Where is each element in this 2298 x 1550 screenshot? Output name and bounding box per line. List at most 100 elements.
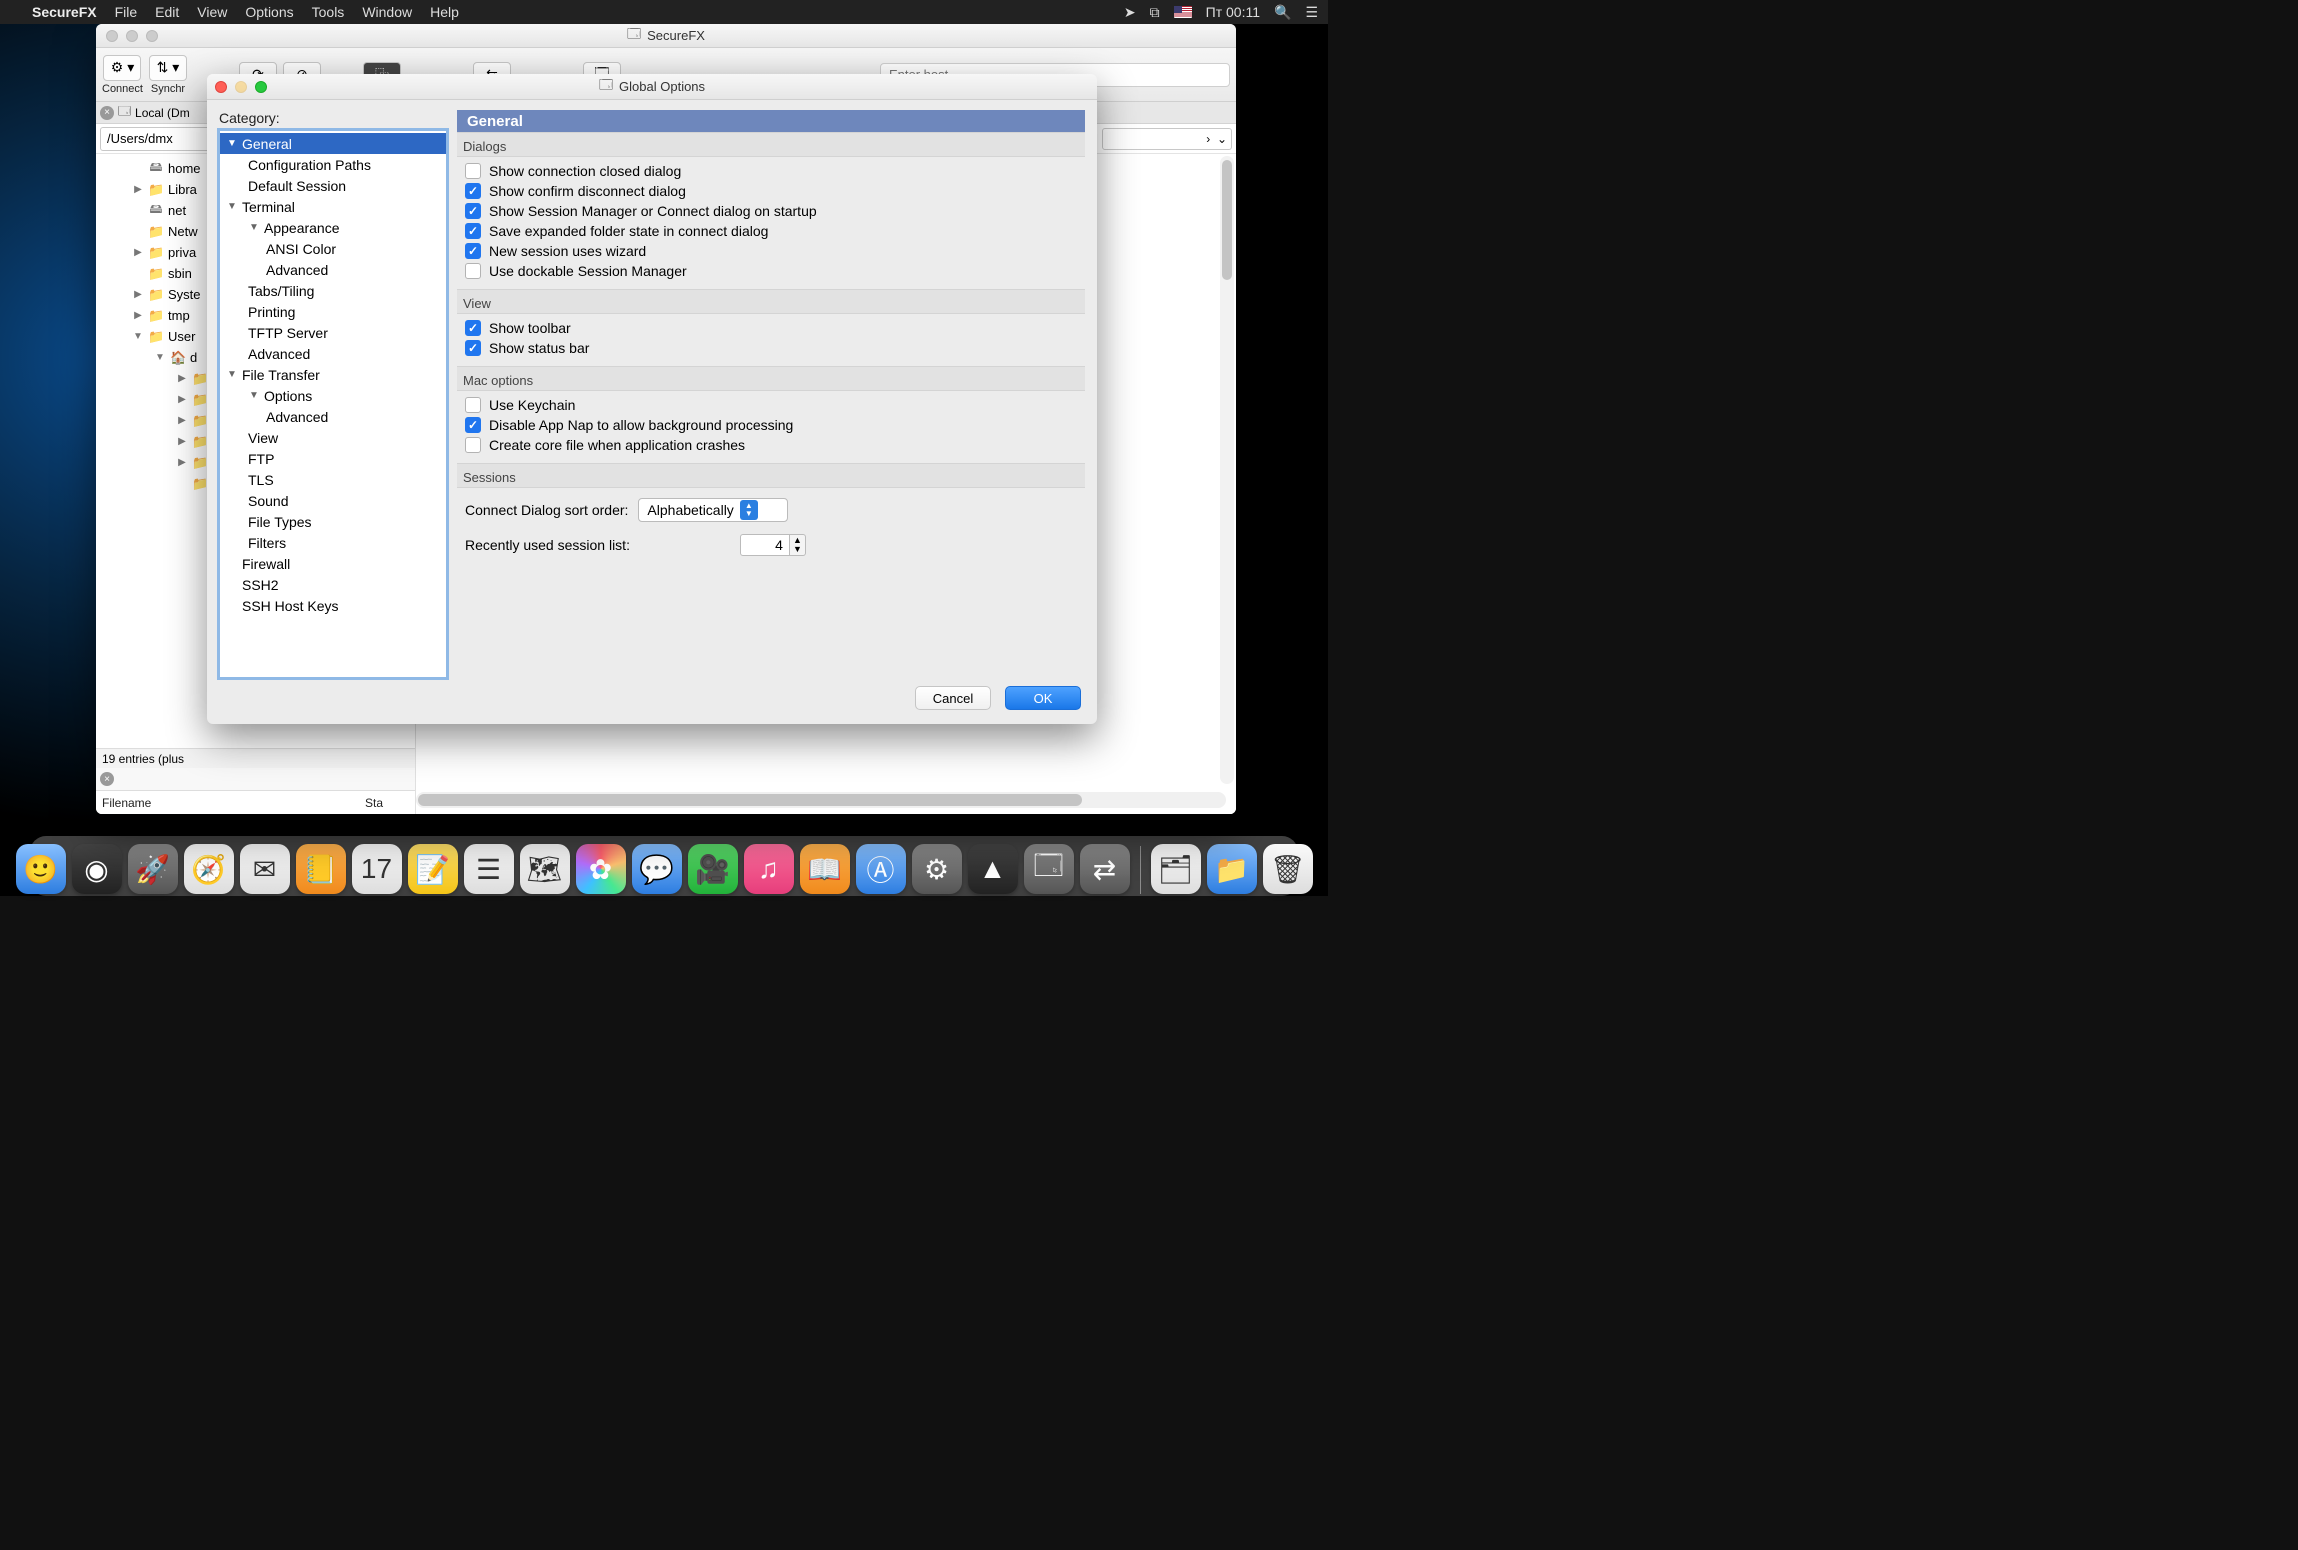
category-item[interactable]: Printing	[220, 301, 446, 322]
dock-item-preferences[interactable]: ⚙︎	[912, 844, 962, 894]
dock-item-securefx1[interactable]: ▲	[968, 844, 1018, 894]
checkbox[interactable]	[465, 340, 481, 356]
menuextra-spotlight-icon[interactable]: 🔍	[1274, 4, 1291, 21]
horizontal-scrollbar[interactable]	[416, 792, 1226, 808]
disclosure-arrow-icon[interactable]: ▶	[176, 415, 188, 426]
menuextra-clock[interactable]: Пт 00:11	[1206, 4, 1260, 20]
checkbox[interactable]	[465, 437, 481, 453]
disclosure-arrow-icon[interactable]: ▼	[132, 331, 144, 342]
dock-item-launchpad[interactable]: 🚀	[128, 844, 178, 894]
category-item[interactable]: SSH2	[220, 574, 446, 595]
disclosure-arrow-icon[interactable]: ▶	[132, 184, 144, 195]
tab-close-button[interactable]: ×	[100, 106, 114, 120]
sort-order-select[interactable]: Alphabetically▲▼	[638, 498, 788, 522]
checkbox[interactable]	[465, 417, 481, 433]
category-item[interactable]: ▼Terminal	[220, 196, 446, 217]
checkbox[interactable]	[465, 183, 481, 199]
category-item[interactable]: Tabs/Tiling	[220, 280, 446, 301]
disclosure-arrow-icon[interactable]: ▶	[176, 436, 188, 447]
menu-view[interactable]: View	[197, 4, 227, 20]
category-item[interactable]: ▼General	[220, 133, 446, 154]
category-item[interactable]: ▼File Transfer	[220, 364, 446, 385]
connect-button[interactable]: ⚙︎ ▾	[103, 55, 141, 81]
dock-item-photos[interactable]: ✿	[576, 844, 626, 894]
category-item[interactable]: View	[220, 427, 446, 448]
dialog-close-button[interactable]	[215, 81, 227, 93]
category-item[interactable]: Filters	[220, 532, 446, 553]
dock-item-desktop-stack[interactable]: 🗂	[1151, 844, 1201, 894]
disclosure-arrow-icon[interactable]: ▶	[132, 247, 144, 258]
category-item[interactable]: TFTP Server	[220, 322, 446, 343]
checkbox[interactable]	[465, 223, 481, 239]
category-item[interactable]: ▼Options	[220, 385, 446, 406]
category-item[interactable]: Advanced	[220, 406, 446, 427]
dock-item-finder[interactable]: 🙂	[16, 844, 66, 894]
disclosure-arrow-icon[interactable]: ▼	[154, 352, 166, 363]
checkbox[interactable]	[465, 163, 481, 179]
menu-help[interactable]: Help	[430, 4, 459, 20]
dock-item-siri[interactable]: ◉	[72, 844, 122, 894]
dock-item-contacts[interactable]: 📒	[296, 844, 346, 894]
recent-sessions-stepper[interactable]: ▲▼	[740, 534, 806, 556]
menu-edit[interactable]: Edit	[155, 4, 179, 20]
cancel-button[interactable]: Cancel	[915, 686, 991, 710]
dialog-titlebar[interactable]: 🗔 Global Options	[207, 74, 1097, 100]
category-item[interactable]: TLS	[220, 469, 446, 490]
dock-item-securefx2[interactable]: 🗔	[1024, 844, 1074, 894]
disclosure-arrow-icon[interactable]: ▶	[176, 457, 188, 468]
category-item[interactable]: Sound	[220, 490, 446, 511]
dock-item-itunes[interactable]: ♫	[744, 844, 794, 894]
dock-item-downloads[interactable]: 📁	[1207, 844, 1257, 894]
dock-item-appstore[interactable]: Ⓐ	[856, 844, 906, 894]
category-item[interactable]: Firewall	[220, 553, 446, 574]
category-item[interactable]: Advanced	[220, 343, 446, 364]
vertical-scrollbar[interactable]	[1220, 156, 1234, 784]
category-item[interactable]: Configuration Paths	[220, 154, 446, 175]
window-titlebar[interactable]: 🗔 SecureFX	[96, 24, 1236, 48]
checkbox[interactable]	[465, 320, 481, 336]
filter-select[interactable]: › ⌄	[1102, 128, 1232, 150]
menu-tools[interactable]: Tools	[312, 4, 345, 20]
dock-item-trash[interactable]: 🗑	[1263, 844, 1313, 894]
disclosure-arrow-icon[interactable]: ▶	[176, 373, 188, 384]
dock-item-reminders[interactable]: ☰	[464, 844, 514, 894]
category-item[interactable]: SSH Host Keys	[220, 595, 446, 616]
menuextra-notifications-icon[interactable]: ☰	[1305, 4, 1318, 21]
menu-options[interactable]: Options	[245, 4, 293, 20]
dock-item-securefx3[interactable]: ⇄	[1080, 844, 1130, 894]
dock-item-maps[interactable]: 🗺	[520, 844, 570, 894]
menuextra-input-flag-icon[interactable]	[1174, 6, 1192, 18]
app-menu[interactable]: SecureFX	[32, 4, 97, 20]
ok-button[interactable]: OK	[1005, 686, 1081, 710]
dock-item-calendar[interactable]: 17	[352, 844, 402, 894]
category-item[interactable]: File Types	[220, 511, 446, 532]
category-item[interactable]: Advanced	[220, 259, 446, 280]
disclosure-arrow-icon[interactable]: ▶	[176, 394, 188, 405]
category-item[interactable]: ANSI Color	[220, 238, 446, 259]
category-item[interactable]: Default Session	[220, 175, 446, 196]
column-status[interactable]: Sta	[365, 796, 415, 810]
dock-item-notes[interactable]: 📝	[408, 844, 458, 894]
checkbox[interactable]	[465, 243, 481, 259]
recent-sessions-input[interactable]	[740, 534, 790, 556]
checkbox[interactable]	[465, 397, 481, 413]
category-item[interactable]: ▼Appearance	[220, 217, 446, 238]
dock-item-facetime[interactable]: 🎥	[688, 844, 738, 894]
menuextra-displays-icon[interactable]: ⧉	[1150, 4, 1160, 21]
stepper-arrows-icon[interactable]: ▲▼	[790, 534, 806, 556]
tab-label[interactable]: Local (Dm	[135, 106, 190, 120]
category-tree[interactable]: ▼GeneralConfiguration PathsDefault Sessi…	[219, 130, 447, 678]
column-filename[interactable]: Filename	[96, 796, 365, 810]
synchronize-button[interactable]: ⇅ ▾	[149, 55, 187, 81]
category-item[interactable]: FTP	[220, 448, 446, 469]
menu-file[interactable]: File	[115, 4, 138, 20]
disclosure-arrow-icon[interactable]: ▶	[132, 310, 144, 321]
disclosure-arrow-icon[interactable]: ▶	[132, 289, 144, 300]
dock-item-mail[interactable]: ✉︎	[240, 844, 290, 894]
menu-window[interactable]: Window	[362, 4, 412, 20]
dock-item-safari[interactable]: 🧭	[184, 844, 234, 894]
dialog-zoom-button[interactable]	[255, 81, 267, 93]
checkbox[interactable]	[465, 203, 481, 219]
menuextra-cursor-icon[interactable]: ➤	[1124, 4, 1136, 21]
dock-item-ibooks[interactable]: 📖	[800, 844, 850, 894]
